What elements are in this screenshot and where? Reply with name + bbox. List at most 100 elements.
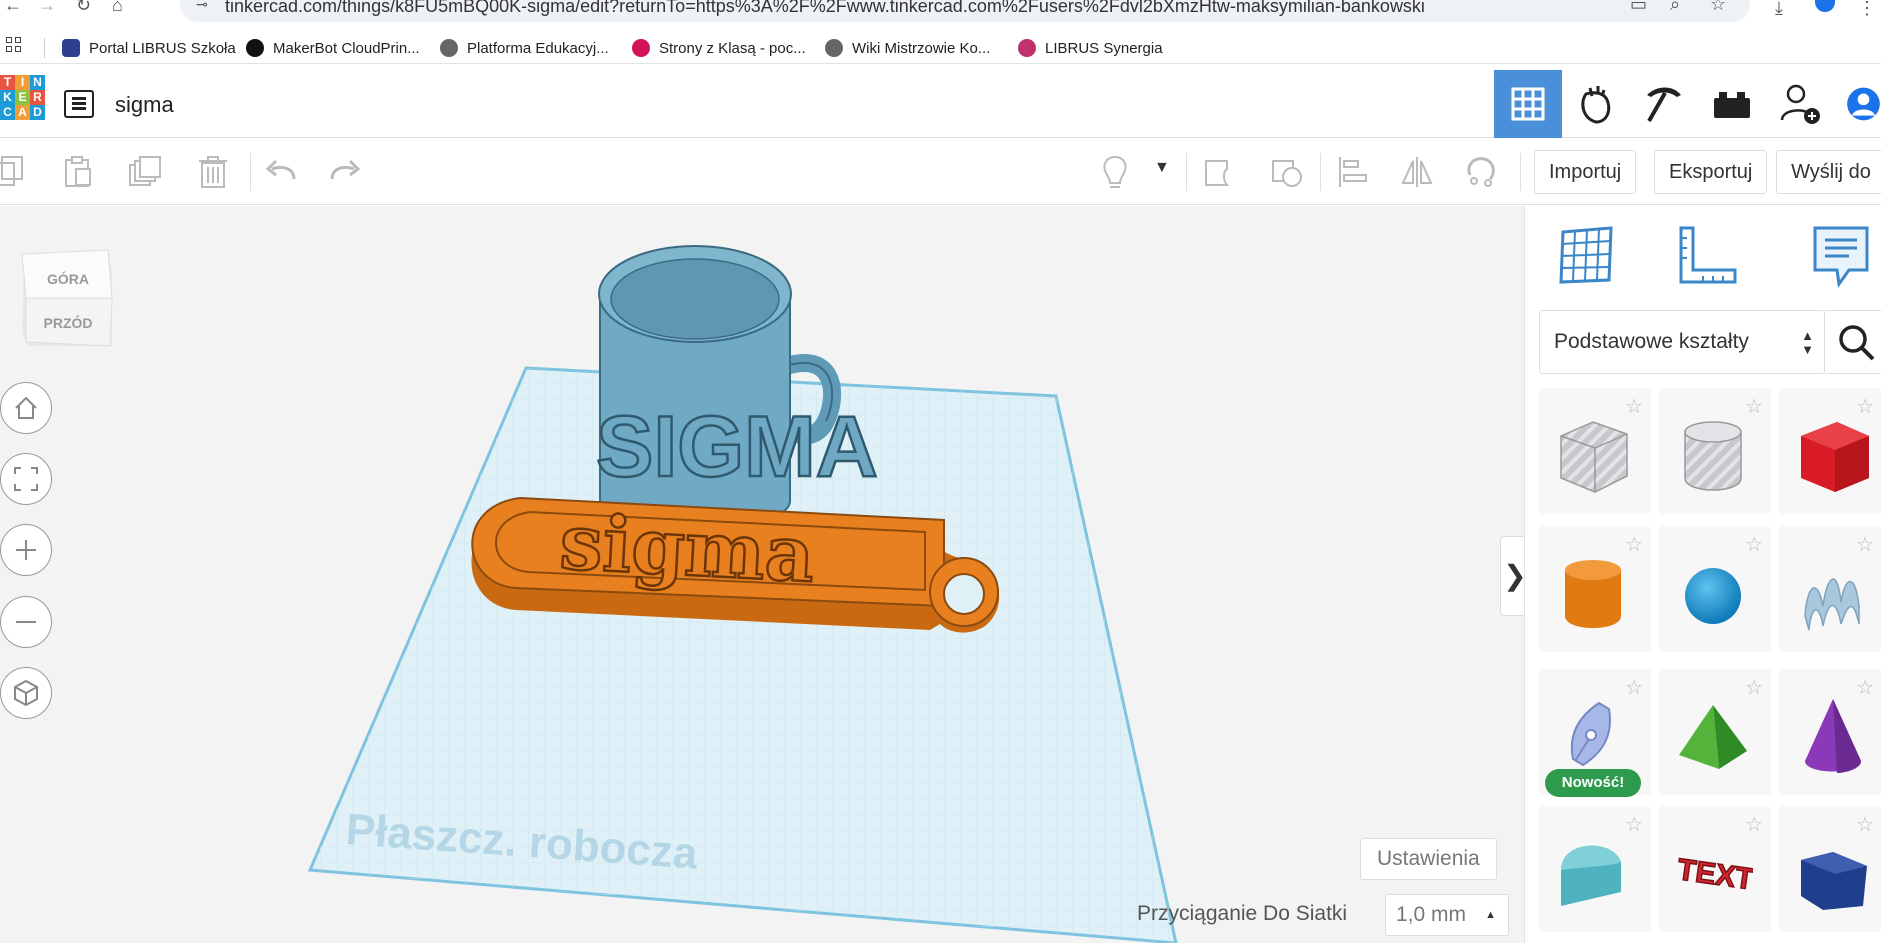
cast-icon[interactable]: ▭: [1630, 0, 1647, 15]
workplane-grid-icon[interactable]: [1555, 224, 1619, 288]
lightbulb-icon[interactable]: [1098, 155, 1132, 189]
paste-icon[interactable]: [62, 155, 96, 189]
reload-icon[interactable]: ↻: [76, 0, 91, 14]
blue-sphere-icon: [1685, 568, 1741, 624]
shape-cylinder-hole[interactable]: ☆: [1659, 388, 1771, 514]
browser-toolbar: ← → ↻ ⌂ ⊸ tinkercad.com/things/k8FU5mBQ0…: [0, 0, 1881, 26]
viewcube-top-label: GÓRA: [47, 270, 89, 287]
workplane-viewport[interactable]: SIGMA sigma Płaszcz. robocza GÓRA PRZÓD: [0, 206, 1524, 943]
group-icon[interactable]: [1203, 155, 1237, 189]
pickaxe-icon: [1647, 87, 1681, 122]
add-user-icon: [1780, 84, 1820, 124]
shape-cone[interactable]: ☆: [1779, 669, 1881, 795]
forward-icon[interactable]: →: [38, 0, 56, 14]
bricks-button[interactable]: [1698, 70, 1766, 138]
redo-icon[interactable]: [328, 155, 362, 189]
shape-search-button[interactable]: [1825, 310, 1881, 374]
strony-icon: [632, 39, 650, 57]
tinkercad-logo[interactable]: T I N K E R C A D: [0, 75, 46, 135]
sim-lab-button[interactable]: [1562, 70, 1630, 138]
bookmark-makerbot[interactable]: MakerBot CloudPrin...: [246, 38, 420, 58]
bookmark-strony[interactable]: Strony z Klasą - poc...: [632, 38, 806, 58]
round-roof-icon: [1561, 845, 1621, 906]
app-header: T I N K E R C A D sigma: [0, 70, 1881, 138]
copy-icon[interactable]: [0, 155, 34, 189]
home-icon: [15, 396, 37, 419]
settings-button[interactable]: Ustawienia: [1360, 838, 1497, 880]
bookmark-synergia[interactable]: LIBRUS Synergia: [1018, 38, 1163, 58]
home-view-button[interactable]: [0, 382, 52, 434]
ruler-icon[interactable]: [1675, 224, 1739, 288]
3d-design-view-button[interactable]: [1494, 70, 1562, 138]
shape-text[interactable]: ☆ TEXT: [1659, 806, 1771, 932]
shapes-panel: Podstawowe kształty ▲ ▼ ☆ ☆ ☆ ☆ ☆ ☆ ☆ No…: [1524, 206, 1881, 943]
bookmark-platforma[interactable]: Platforma Edukacyj...: [440, 38, 609, 58]
pickaxe-button[interactable]: [1630, 70, 1698, 138]
delete-icon[interactable]: [196, 155, 230, 189]
text-shape-icon: TEXT: [1675, 852, 1753, 897]
bookmark-star-icon[interactable]: ☆: [1710, 0, 1726, 15]
fit-view-button[interactable]: [0, 453, 52, 505]
ungroup-icon[interactable]: [1270, 155, 1304, 189]
zoom-in-button[interactable]: [0, 524, 52, 576]
shape-cylinder[interactable]: ☆: [1539, 526, 1651, 652]
green-roof-icon: [1679, 705, 1747, 769]
minus-icon: [16, 621, 36, 623]
download-icon[interactable]: ⤓: [1775, 0, 1783, 19]
design-title[interactable]: sigma: [115, 92, 174, 118]
bookmark-wiki[interactable]: Wiki Mistrzowie Ko...: [825, 38, 990, 58]
shape-category-select[interactable]: Podstawowe kształty ▲ ▼: [1539, 310, 1825, 374]
striped-cylinder-icon: [1684, 421, 1742, 491]
shape-polygon[interactable]: ☆: [1779, 806, 1881, 932]
pen-nib-icon: [1570, 701, 1611, 767]
shape-box-hole[interactable]: ☆: [1539, 388, 1651, 514]
collapse-panel-button[interactable]: ❯: [1500, 536, 1524, 616]
duplicate-icon[interactable]: [128, 155, 162, 189]
align-icon[interactable]: [1336, 155, 1370, 189]
import-button[interactable]: Importuj: [1534, 150, 1637, 194]
view-cube[interactable]: GÓRA PRZÓD: [20, 246, 116, 356]
shape-round-roof[interactable]: ☆: [1539, 806, 1651, 932]
back-icon[interactable]: ←: [4, 0, 22, 14]
projection-button[interactable]: [0, 667, 52, 719]
striped-box-icon: [1560, 421, 1628, 493]
invite-user-button[interactable]: [1766, 70, 1834, 138]
brick-icon: [1714, 92, 1750, 118]
snap-grid-select[interactable]: 1,0 mm ▲: [1385, 894, 1509, 936]
apps-grid-icon[interactable]: [6, 37, 24, 55]
search-icon: [1839, 325, 1875, 361]
export-button[interactable]: Eksportuj: [1654, 150, 1768, 194]
home-icon[interactable]: ⌂: [112, 0, 123, 14]
shape-box[interactable]: ☆: [1779, 388, 1881, 514]
bookmark-librus-portal[interactable]: Portal LIBRUS Szkoła: [62, 38, 236, 58]
shape-sketch[interactable]: ☆ Nowość!: [1539, 669, 1651, 797]
notes-icon[interactable]: [1809, 224, 1873, 288]
scene-canvas[interactable]: SIGMA sigma Płaszcz. robocza: [0, 206, 1524, 943]
cruise-icon[interactable]: [1464, 155, 1498, 189]
send-to-button[interactable]: Wyślij do: [1776, 150, 1881, 194]
cube-icon: [14, 679, 38, 707]
chevron-down-icon[interactable]: ▼: [1154, 159, 1170, 177]
user-avatar[interactable]: [1834, 70, 1881, 138]
zoom-icon[interactable]: ⌕: [1670, 0, 1680, 15]
shape-sphere[interactable]: ☆: [1659, 526, 1771, 652]
globe-icon: [825, 39, 843, 57]
site-info-icon[interactable]: ⊸: [196, 0, 208, 13]
viewcube-front-label: PRZÓD: [44, 314, 93, 331]
purple-cone-icon: [1805, 699, 1861, 773]
blue-polygon-icon: [1801, 852, 1867, 910]
zoom-out-button[interactable]: [0, 596, 52, 648]
undo-icon[interactable]: [264, 155, 298, 189]
fit-icon: [14, 467, 38, 491]
grid-icon: [1511, 87, 1545, 121]
more-menu-icon[interactable]: ⋮: [1858, 0, 1876, 19]
red-box-icon: [1801, 422, 1869, 492]
new-badge: Nowość!: [1545, 769, 1641, 797]
design-menu-icon[interactable]: [64, 90, 94, 118]
mirror-icon[interactable]: [1400, 155, 1434, 189]
profile-icon[interactable]: [1815, 0, 1835, 12]
shape-roof[interactable]: ☆: [1659, 669, 1771, 795]
address-bar[interactable]: ⊸ tinkercad.com/things/k8FU5mBQ00K-sigma…: [180, 0, 1750, 22]
hand-apple-icon: [1581, 86, 1611, 124]
shape-scribble[interactable]: ☆: [1779, 526, 1881, 652]
